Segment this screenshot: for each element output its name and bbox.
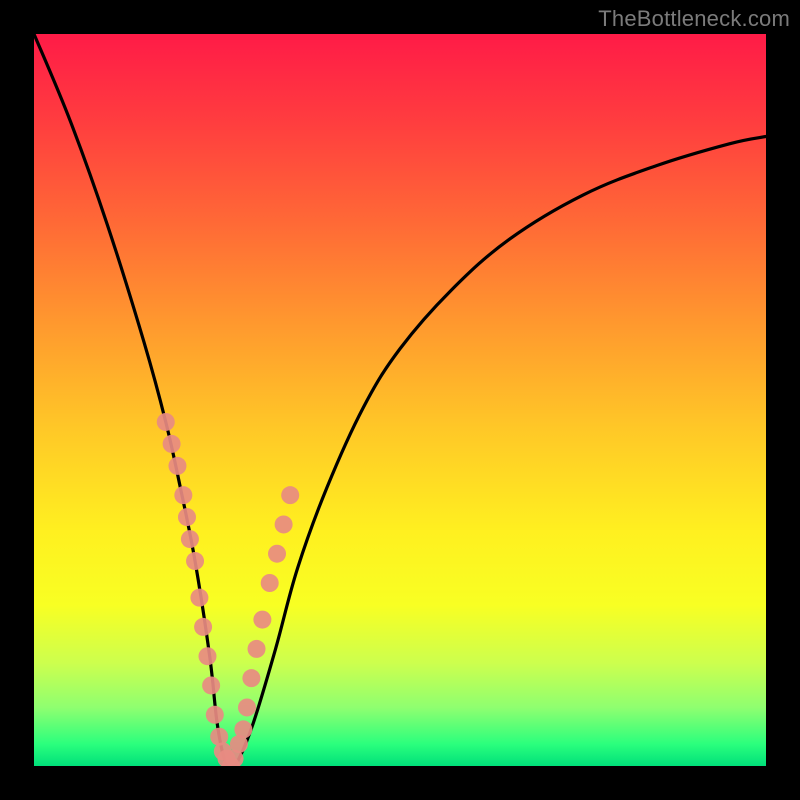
marker-dot (190, 589, 208, 607)
marker-dot (202, 676, 220, 694)
marker-dot (268, 545, 286, 563)
marker-dot (181, 530, 199, 548)
bottleneck-curve (34, 34, 766, 766)
chart-svg (34, 34, 766, 766)
marker-dot (206, 706, 224, 724)
marker-dot (261, 574, 279, 592)
marker-dot (198, 647, 216, 665)
chart-frame: TheBottleneck.com (0, 0, 800, 800)
marker-dot (163, 435, 181, 453)
marker-dot (275, 515, 293, 533)
marker-dot (253, 611, 271, 629)
marker-dot (194, 618, 212, 636)
watermark-text: TheBottleneck.com (598, 6, 790, 32)
marker-dot (168, 457, 186, 475)
marker-dot (238, 698, 256, 716)
marker-dot (248, 640, 266, 658)
marker-dot (178, 508, 196, 526)
marker-dot (281, 486, 299, 504)
marker-dot (242, 669, 260, 687)
marker-dot (186, 552, 204, 570)
marker-dot (174, 486, 192, 504)
marker-dot (157, 413, 175, 431)
plot-area (34, 34, 766, 766)
marker-group (157, 413, 299, 766)
marker-dot (234, 720, 252, 738)
